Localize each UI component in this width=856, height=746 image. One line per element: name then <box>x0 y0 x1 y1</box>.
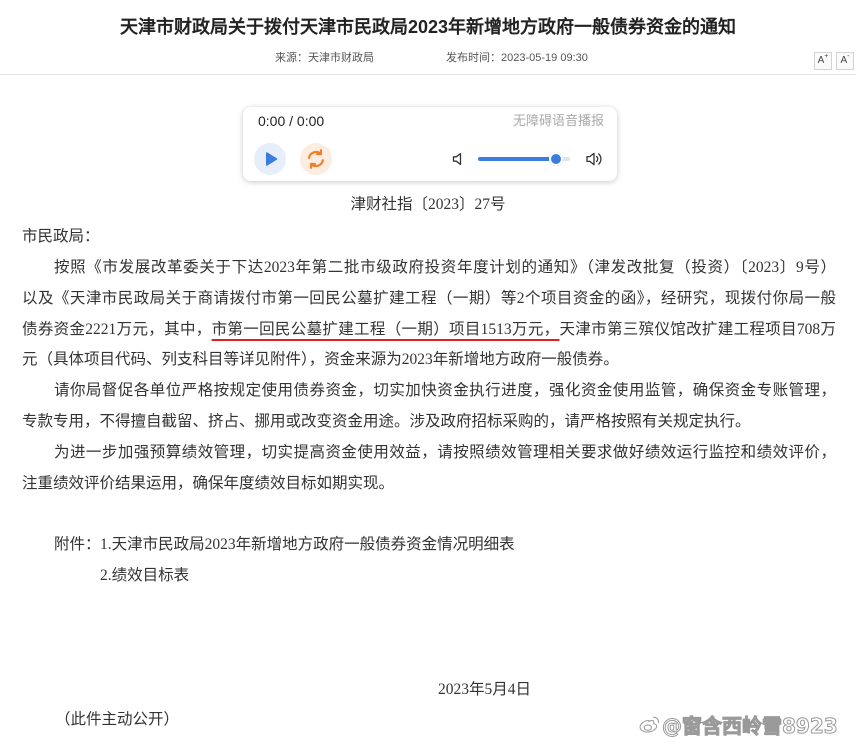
loop-button[interactable] <box>300 143 332 175</box>
issue-date: 2023年5月4日 <box>438 680 532 698</box>
loop-icon <box>300 143 332 175</box>
attachment-item: 2.绩效目标表 <box>100 566 190 584</box>
paragraph-2-line-2: 专款专用，不得擅自截留、挤占、挪用或改变资金用途。涉及政府招标采购的，请严格按照… <box>22 412 751 430</box>
play-button[interactable] <box>254 143 286 175</box>
playback-time: 0:00 / 0:00 <box>258 113 325 129</box>
volume-low-icon <box>452 152 462 166</box>
watermark-text: @窗含西岭雪8923 <box>662 714 839 739</box>
disclosure-note: （此件主动公开） <box>55 710 180 728</box>
source-info: 来源：天津市财政局 <box>275 50 374 66</box>
font-increase-icon: A+ <box>817 52 829 66</box>
volume-high-icon <box>586 152 602 166</box>
paragraph-1-line-1: 按照《市发展改革委关于下达2023年第二批市级政府投资年度计划的通知》（津发改批… <box>54 258 836 276</box>
paragraph-1-line-3: 债券资金2221万元，其中，市第一回民公墓扩建工程（一期）项目1513万元，天津… <box>22 314 836 345</box>
highlighted-amount: 市第一回民公墓扩建工程（一期）项目1513万元， <box>211 320 560 338</box>
source-value: 天津市财政局 <box>308 52 374 64</box>
volume-high-indicator <box>585 150 605 168</box>
attachments-label: 附件： <box>54 535 101 553</box>
source-label: 来源： <box>275 52 308 64</box>
font-decrease-icon: A- <box>840 52 850 66</box>
document-number: 津财社指〔2023〕27号 <box>350 195 506 213</box>
addressee: 市民政局： <box>22 227 100 245</box>
page-title: 天津市财政局关于拨付天津市民政局2023年新增地方政府一般债券资金的通知 <box>119 17 737 37</box>
volume-slider[interactable] <box>478 152 570 166</box>
header-divider <box>0 74 856 75</box>
paragraph-2-line-1: 请你局督促各单位严格按规定使用债券资金，切实加快资金执行进度，强化资金使用监管，… <box>54 381 836 399</box>
line-segment: 债券资金2221万元，其中， <box>22 320 212 338</box>
paragraph-1-line-2: 以及《天津市民政局关于商请拨付市第一回民公墓扩建工程（一期）等2个项目资金的函》… <box>22 289 836 307</box>
font-decrease-button[interactable]: A- <box>836 52 854 70</box>
font-increase-button[interactable]: A+ <box>814 52 832 70</box>
line-segment: 天津市第三殡仪馆改扩建工程项目708万 <box>559 320 836 338</box>
paragraph-3-line-2: 注重绩效评价结果运用，确保年度绩效目标如期实现。 <box>22 474 395 492</box>
publish-label: 发布时间： <box>446 52 501 64</box>
volume-fill <box>478 157 557 161</box>
play-icon <box>254 143 286 175</box>
paragraph-1-line-4: 元（具体项目代码、列支科目等详见附件），资金来源为2023年新增地方政府一般债券… <box>22 350 619 368</box>
publish-time: 2023-05-19 09:30 <box>501 52 588 64</box>
audio-player: 0:00 / 0:00 无障碍语音播报 <box>243 107 617 181</box>
weibo-logo-icon <box>638 715 660 735</box>
volume-knob[interactable] <box>549 152 564 166</box>
accessibility-tts-label: 无障碍语音播报 <box>512 113 604 128</box>
attachment-item: 1.天津市民政局2023年新增地方政府一般债券资金情况明细表 <box>100 535 515 553</box>
publish-info: 发布时间：2023-05-19 09:30 <box>446 50 588 66</box>
mute-button[interactable] <box>451 151 467 167</box>
paragraph-3-line-1: 为进一步加强预算绩效管理，切实提高资金使用效益，请按照绩效管理相关要求做好绩效运… <box>54 443 836 461</box>
